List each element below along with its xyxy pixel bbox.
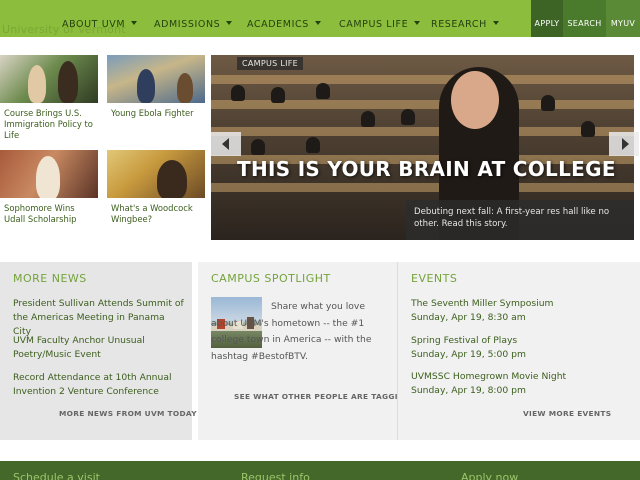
feature-card[interactable]: Young Ebola Fighter xyxy=(107,55,205,119)
event-item[interactable]: The Seventh Miller Symposium Sunday, Apr… xyxy=(411,297,553,325)
speaker-face xyxy=(451,71,499,129)
campus-spotlight-panel: CAMPUS SPOTLIGHT Share what you love abo… xyxy=(198,262,410,440)
hero-headline[interactable]: THIS IS YOUR BRAIN AT COLLEGE xyxy=(237,157,616,181)
feature-image xyxy=(107,55,205,103)
chevron-down-icon xyxy=(492,21,499,25)
nav-campus-life[interactable]: CAMPUS LIFE xyxy=(339,19,421,30)
myuvm-button[interactable]: MYUV xyxy=(606,0,640,37)
events-panel: EVENTS The Seventh Miller Symposium Sund… xyxy=(397,262,640,440)
feature-card[interactable]: Sophomore Wins Udall Scholarship xyxy=(0,150,98,225)
slideshow-next-button[interactable] xyxy=(609,132,639,156)
event-name: The Seventh Miller Symposium xyxy=(411,298,554,309)
footer-cta-bar: Schedule a visit Request info Apply now xyxy=(0,461,640,480)
feature-card[interactable]: Course Brings U.S. Immigration Policy to… xyxy=(0,55,98,141)
apply-now-link[interactable]: Apply now xyxy=(461,471,518,480)
nav-label: ADMISSIONS xyxy=(154,19,221,30)
nav-about-uvm[interactable]: ABOUT UVM xyxy=(62,19,138,30)
event-date: Sunday, Apr 19, 8:30 am xyxy=(411,312,526,323)
news-link[interactable]: UVM Faculty Anchor Unusual Poetry/Music … xyxy=(13,334,185,362)
event-name: Spring Festival of Plays xyxy=(411,335,518,346)
event-date: Sunday, Apr 19, 8:00 pm xyxy=(411,385,526,396)
nav-label: RESEARCH xyxy=(431,19,487,30)
event-date: Sunday, Apr 19, 5:00 pm xyxy=(411,349,526,360)
feature-image xyxy=(107,150,205,198)
section-title: MORE NEWS xyxy=(13,272,87,285)
slideshow-prev-button[interactable] xyxy=(211,132,241,156)
chevron-right-icon xyxy=(622,138,629,150)
view-more-events-link[interactable]: VIEW MORE EVENTS xyxy=(523,409,611,418)
nav-research[interactable]: RESEARCH xyxy=(431,19,499,30)
chevron-down-icon xyxy=(314,21,321,25)
spotlight-tag-link[interactable]: SEE WHAT OTHER PEOPLE ARE TAGGING xyxy=(234,392,411,401)
news-link[interactable]: President Sullivan Attends Summit of the… xyxy=(13,297,185,339)
feature-caption[interactable]: Course Brings U.S. Immigration Policy to… xyxy=(0,103,98,141)
nav-admissions[interactable]: ADMISSIONS xyxy=(154,19,233,30)
nav-label: CAMPUS LIFE xyxy=(339,19,409,30)
feature-caption[interactable]: Young Ebola Fighter xyxy=(107,103,205,119)
event-item[interactable]: Spring Festival of Plays Sunday, Apr 19,… xyxy=(411,334,526,362)
event-name: UVMSSC Homegrown Movie Night xyxy=(411,371,567,382)
apply-button[interactable]: APPLY xyxy=(531,0,563,37)
chevron-down-icon xyxy=(414,21,421,25)
schedule-visit-link[interactable]: Schedule a visit xyxy=(13,471,100,480)
feature-image xyxy=(0,150,98,198)
more-news-link[interactable]: MORE NEWS FROM UVM TODAY xyxy=(59,409,197,418)
nav-label: ACADEMICS xyxy=(247,19,309,30)
search-button[interactable]: SEARCH xyxy=(563,0,606,37)
chevron-down-icon xyxy=(226,21,233,25)
chevron-down-icon xyxy=(131,21,138,25)
more-news-panel: MORE NEWS President Sullivan Attends Sum… xyxy=(0,262,197,440)
chevron-left-icon xyxy=(222,138,229,150)
news-link[interactable]: Record Attendance at 10th Annual Inventi… xyxy=(13,371,185,399)
feature-caption[interactable]: What's a Woodcock Wingbee? xyxy=(107,198,205,225)
nav-label: ABOUT UVM xyxy=(62,19,126,30)
hero-caption[interactable]: Debuting next fall: A first-year res hal… xyxy=(406,200,634,240)
feature-image xyxy=(0,55,98,103)
event-item[interactable]: UVMSSC Homegrown Movie Night Sunday, Apr… xyxy=(411,370,566,398)
nav-academics[interactable]: ACADEMICS xyxy=(247,19,321,30)
feature-caption[interactable]: Sophomore Wins Udall Scholarship xyxy=(0,198,98,225)
feature-card[interactable]: What's a Woodcock Wingbee? xyxy=(107,150,205,225)
section-title: EVENTS xyxy=(411,272,458,285)
spotlight-text: Share what you love about UVM's hometown… xyxy=(211,299,383,365)
spotlight-text-body: Share what you love about UVM's hometown… xyxy=(211,301,372,362)
section-title: CAMPUS SPOTLIGHT xyxy=(211,272,331,285)
hero-category-tag[interactable]: CAMPUS LIFE xyxy=(237,57,304,70)
request-info-link[interactable]: Request info xyxy=(241,471,310,480)
top-navigation-bar: University of Vermont ABOUT UVM ADMISSIO… xyxy=(0,0,640,37)
